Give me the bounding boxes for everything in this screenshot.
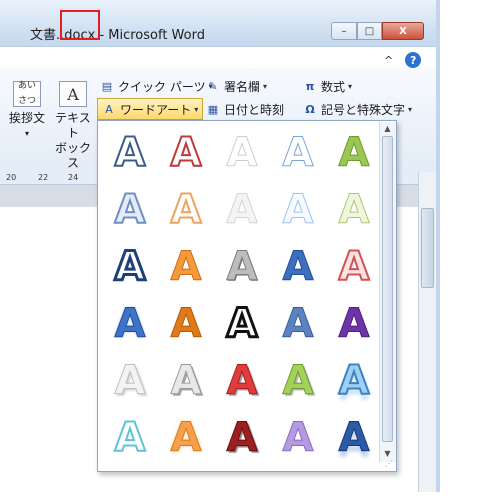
textbox-label-1: テキスト [55,111,91,140]
signature-line-button[interactable]: ✎ 署名欄 ▾ [206,76,267,96]
wordart-style-orange-fill[interactable]: A [158,239,214,295]
wordart-style-green-bevel[interactable]: A [270,353,326,409]
symbols-dropdown-icon: ▾ [408,104,413,114]
symbols-button[interactable]: Ω 記号と特殊文字 ▾ [303,99,412,119]
vertical-scrollbar[interactable] [418,172,437,492]
quick-parts-icon: ▤ [101,79,113,93]
wordart-style-blue-reflect[interactable]: A [326,353,382,409]
wordart-style-red-double-outline[interactable]: A [326,239,382,295]
gallery-scrollbar[interactable]: ▲ ▼ [379,122,396,462]
wordart-gallery: AAAAAAAAAAAAAAAAAAAAAAAAAAAAAA ▲ ▼ ⋰ [97,120,397,472]
calendar-icon: ▦ [207,102,219,116]
wordart-style-white-shadow[interactable]: A [102,353,158,409]
minimize-button[interactable]: – [331,22,357,40]
date-time-button[interactable]: ▦ 日付と時刻 [206,99,284,119]
wordart-style-blue-dark-outline[interactable]: A [102,239,158,295]
highlight-box [60,10,100,40]
window-border [436,0,440,492]
wordart-style-blue-gradient[interactable]: A [102,296,158,352]
resize-grip-icon[interactable]: ⋰ [385,459,393,468]
wordart-grid: AAAAAAAAAAAAAAAAAAAAAAAAAAAAAA [100,123,382,469]
greeting-button[interactable]: あいさつ 挨拶文 ▾ [8,81,46,141]
equation-dropdown-icon: ▾ [348,81,353,91]
scroll-down-icon[interactable]: ▼ [381,447,394,459]
date-time-label: 日付と時刻 [224,102,285,117]
wordart-style-gray-bevel[interactable]: A [158,353,214,409]
textbox-button[interactable]: A テキスト ボックス [50,81,96,171]
wordart-style-blue-fill[interactable]: A [270,239,326,295]
wordart-style-blue-steel[interactable]: A [270,296,326,352]
wordart-style-outline-blue[interactable]: A [102,125,158,181]
wordart-style-red-bevel[interactable]: A [214,353,270,409]
wordart-label: ワードアート [120,102,192,117]
textbox-icon: A [59,81,87,107]
symbols-label: 記号と特殊文字 [321,102,406,117]
wordart-style-purple-soft[interactable]: A [270,410,326,466]
wordart-style-orange-outline[interactable]: A [158,182,214,238]
collapse-ribbon-icon[interactable]: ^ [384,54,393,67]
quick-parts-button[interactable]: ▤ クイック パーツ ▾ [100,76,213,96]
wordart-style-black-white[interactable]: A [214,296,270,352]
wordart-icon: A [105,102,113,116]
maximize-button[interactable]: □ [357,22,382,40]
signature-icon: ✎ [208,79,218,93]
wordart-style-orange-glow[interactable]: A [158,410,214,466]
window-controls: – □ X [331,22,424,40]
signature-dropdown-icon: ▾ [263,81,268,91]
signature-label: 署名欄 [224,79,261,94]
equation-button[interactable]: π 数式 ▾ [303,76,352,96]
quick-parts-label: クイック パーツ [118,79,206,94]
scrollbar-thumb[interactable] [421,208,434,288]
wordart-style-white-blue-soft[interactable]: A [270,182,326,238]
ruler-mark: 24 [68,173,79,182]
wordart-style-gray-metal[interactable]: A [214,239,270,295]
greeting-label: 挨拶文 [8,111,45,125]
pi-icon: π [305,79,315,93]
wordart-style-navy-reflect[interactable]: A [326,410,382,466]
ribbon-help-bar: ^ ? [384,52,422,68]
wordart-button[interactable]: A ワードアート ▾ [97,98,204,120]
greeting-dropdown-icon: ▾ [24,129,29,138]
wordart-style-purple-fill[interactable]: A [326,296,382,352]
help-icon[interactable]: ? [405,52,422,68]
greeting-icon: あいさつ [13,81,41,107]
wordart-style-green-soft[interactable]: A [326,182,382,238]
ruler-mark: 20 [6,173,17,182]
wordart-style-fill-red-outline[interactable]: A [158,125,214,181]
scroll-up-icon[interactable]: ▲ [381,122,394,134]
window-title: 文書..docx - Microsoft Word [30,10,205,43]
gallery-scroll-thumb[interactable] [382,136,393,442]
omega-icon: Ω [305,102,315,116]
equation-label: 数式 [321,79,346,94]
wordart-style-white-outline[interactable]: A [214,125,270,181]
wordart-style-green-gradient[interactable]: A [326,125,382,181]
title-bar: 文書..docx - Microsoft Word – □ X [0,0,440,47]
close-button[interactable]: X [382,22,424,40]
wordart-style-orange-bold[interactable]: A [158,296,214,352]
wordart-style-cyan-outline[interactable]: A [102,410,158,466]
wordart-style-white-blue-outline[interactable]: A [270,125,326,181]
textbox-label-2: ボックス [54,141,91,170]
ruler-mark: 22 [38,173,49,182]
wordart-style-blue-light-outline[interactable]: A [102,182,158,238]
wordart-dropdown-icon: ▾ [194,104,199,114]
wordart-style-white-soft[interactable]: A [214,182,270,238]
wordart-style-dark-red[interactable]: A [214,410,270,466]
